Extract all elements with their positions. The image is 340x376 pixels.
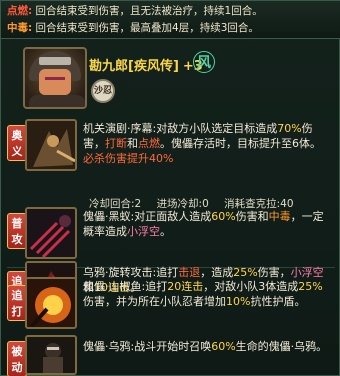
character-name: 勘九郎[疾风传] xyxy=(89,59,179,74)
skill-info-panel: 点燃: 回合结束受到伤害，且无法被治疗，持续1回合。 中毒: 回合结束受到伤害，… xyxy=(0,0,340,376)
skill-chase-2-description: 傀儡·山椒鱼:追打20连击，对敌小队3体造成25%伤害，并为所在小队忍者增加10… xyxy=(83,280,323,308)
village-badge-icon: 沙忍 xyxy=(91,79,115,103)
poison-label: 中毒: xyxy=(7,22,33,34)
skill-tag-chase-2: 追打 xyxy=(7,285,27,321)
skill-ougi-description: 机关演剧·序幕:对敌方小队选定目标造成70%伤害，打断和点燃。傀儡存活时，目标提… xyxy=(83,122,321,165)
skill-tag-ougi: 奥义 xyxy=(7,125,27,161)
skill-normal-attack: 普攻 傀儡·黑蚁:对正面敌人造成60%伤害和中毒，一定概率造成小浮空。 xyxy=(7,207,335,263)
skill-passive: 被动 傀儡·乌鸦:战斗开始时召唤60%生命的傀儡·乌鸦。 xyxy=(7,335,335,376)
skill-ougi: 奥义 机关演剧·序幕:对敌方小队选定目标造成70%伤害，打断和点燃。傀儡存活时，… xyxy=(7,119,335,197)
puppet-theater-icon[interactable] xyxy=(25,119,77,171)
crow-puppet-icon[interactable] xyxy=(25,335,77,375)
wind-element-icon: 风 xyxy=(193,51,215,73)
burn-status-line: 点燃: 回合结束受到伤害，且无法被治疗，持续1回合。 xyxy=(7,3,335,20)
skill-tag-normal: 普攻 xyxy=(7,213,27,249)
poison-text: 回合结束受到伤害，最高叠加4层，持续3回合。 xyxy=(35,22,259,34)
burn-text: 回合结束受到伤害，且无法被治疗，持续1回合。 xyxy=(35,5,263,17)
skill-chase-2: 追打 傀儡·山椒鱼:追打20连击，对敌小队3体造成25%伤害，并为所在小队忍者增… xyxy=(7,277,335,333)
status-glossary: 点燃: 回合结束受到伤害，且无法被治疗，持续1回合。 中毒: 回合结束受到伤害，… xyxy=(1,1,340,39)
salamander-icon[interactable] xyxy=(25,277,77,329)
poison-status-line: 中毒: 回合结束受到伤害，最高叠加4层，持续3回合。 xyxy=(7,20,335,37)
skill-normal-description: 傀儡·黑蚁:对正面敌人造成60%伤害和中毒，一定概率造成小浮空。 xyxy=(83,210,324,238)
character-name-line: 勘九郎[疾风传] +3 xyxy=(89,55,203,74)
skill-tag-passive: 被动 xyxy=(7,341,27,376)
skill-passive-description: 傀儡·乌鸦:战斗开始时召唤60%生命的傀儡·乌鸦。 xyxy=(83,340,328,353)
character-portrait[interactable] xyxy=(23,47,87,109)
black-ant-icon[interactable] xyxy=(25,207,77,259)
burn-label: 点燃: xyxy=(7,5,33,17)
